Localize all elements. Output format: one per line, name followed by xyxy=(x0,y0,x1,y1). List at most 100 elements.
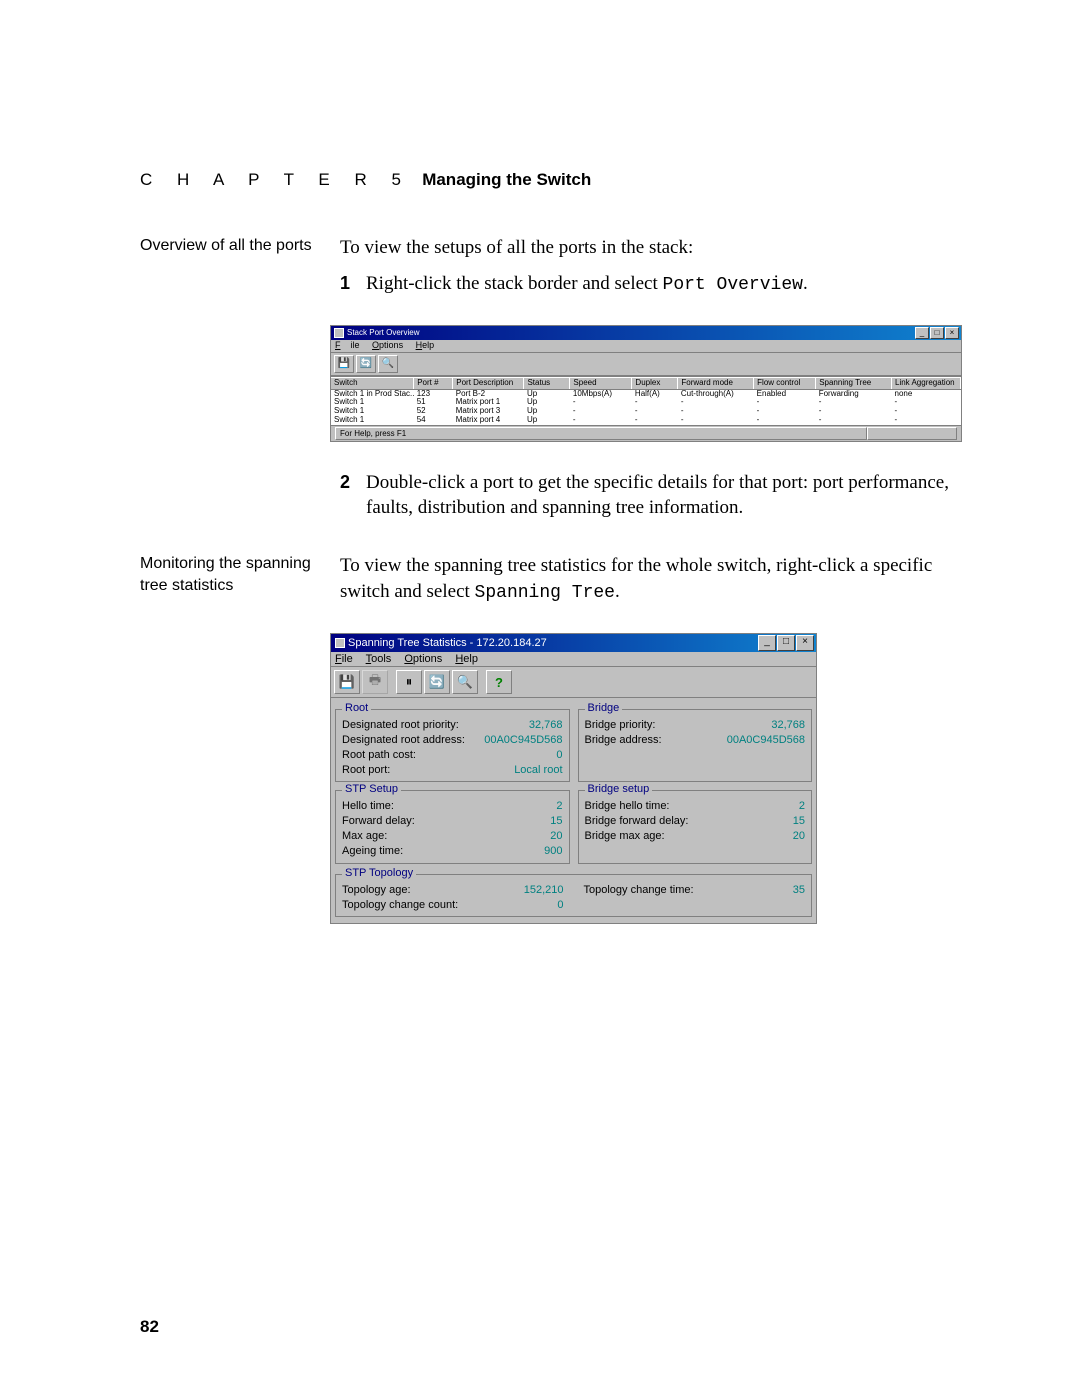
col-switch[interactable]: Switch xyxy=(331,377,414,389)
menu-file[interactable]: File xyxy=(335,340,360,350)
table-cell: - xyxy=(754,407,816,416)
table-cell: - xyxy=(570,407,632,416)
titlebar: Spanning Tree Statistics - 172.20.184.27… xyxy=(331,634,816,652)
step1-text-c: . xyxy=(803,273,808,294)
table-cell: - xyxy=(570,398,632,407)
stat-row: Bridge max age:20 xyxy=(585,829,806,844)
stat-row: Topology change time:35 xyxy=(584,883,806,898)
stat-label: Topology change count: xyxy=(342,898,458,913)
section-spanning: Monitoring the spanning tree statistics … xyxy=(140,553,960,615)
minimize-button[interactable]: _ xyxy=(915,327,929,339)
stat-label: Bridge address: xyxy=(585,733,662,748)
page-number: 82 xyxy=(140,1317,159,1337)
pause-icon[interactable]: ⏸ xyxy=(396,670,422,694)
step-number: 1 xyxy=(340,271,366,297)
col-port[interactable]: Port # xyxy=(414,377,453,389)
close-button[interactable]: × xyxy=(796,635,814,651)
status-pane-2 xyxy=(867,427,957,440)
group-stp-topology: STP Topology Topology age:152,210Topolog… xyxy=(335,874,812,918)
minimize-button[interactable]: _ xyxy=(758,635,776,651)
save-icon[interactable]: 💾 xyxy=(334,355,354,373)
table-row[interactable]: Switch 151Matrix port 1Up------ xyxy=(331,398,961,407)
table-cell: - xyxy=(892,407,961,416)
table-row[interactable]: Switch 152Matrix port 3Up------ xyxy=(331,407,961,416)
legend-bridge-setup: Bridge setup xyxy=(585,783,653,795)
menu-tools[interactable]: Tools xyxy=(366,653,392,665)
stat-row: Bridge priority:32,768 xyxy=(585,718,806,733)
body-overview: To view the setups of all the ports in t… xyxy=(340,235,960,307)
maximize-button[interactable]: □ xyxy=(777,635,795,651)
stat-value: 2 xyxy=(556,799,562,814)
col-stp[interactable]: Spanning Tree xyxy=(816,377,892,389)
statusbar: For Help, press F1 xyxy=(331,425,961,441)
row-stp-setup: STP Setup Hello time:2Forward delay:15Ma… xyxy=(335,782,812,863)
section-overview: Overview of all the ports To view the se… xyxy=(140,235,960,307)
table-row[interactable]: Switch 1 in Prod Stac..123Port B-2Up10Mb… xyxy=(331,389,961,398)
table-cell: 52 xyxy=(414,407,453,416)
table-cell: - xyxy=(632,407,678,416)
menu-options[interactable]: Options xyxy=(404,653,442,665)
stat-value: 32,768 xyxy=(529,718,563,733)
overview-step-2: 2 Double-click a port to get the specifi… xyxy=(340,470,960,521)
body-overview-2: 2 Double-click a port to get the specifi… xyxy=(340,464,960,531)
col-agg[interactable]: Link Aggregation xyxy=(892,377,961,389)
running-header: C H A P T E R 5 Managing the Switch xyxy=(140,170,960,190)
menu-help[interactable]: Help xyxy=(416,340,435,350)
table-cell: - xyxy=(754,398,816,407)
maximize-button[interactable]: □ xyxy=(930,327,944,339)
stat-value: 15 xyxy=(793,814,805,829)
table-row[interactable]: Switch 154Matrix port 4Up------ xyxy=(331,416,961,425)
col-status[interactable]: Status xyxy=(524,377,570,389)
table-cell: none xyxy=(892,389,961,398)
table-cell: - xyxy=(892,416,961,425)
table-cell: Switch 1 in Prod Stac.. xyxy=(331,389,414,398)
overview-intro: To view the setups of all the ports in t… xyxy=(340,235,960,261)
spanning-intro: To view the spanning tree statistics for… xyxy=(340,553,960,605)
table-cell: - xyxy=(816,416,892,425)
legend-bridge: Bridge xyxy=(585,702,623,714)
stat-label: Hello time: xyxy=(342,799,394,814)
stat-value: 00A0C945D568 xyxy=(727,733,805,748)
table-cell: Switch 1 xyxy=(331,407,414,416)
save-icon[interactable]: 💾 xyxy=(334,670,360,694)
refresh-icon[interactable]: 🔄 xyxy=(424,670,450,694)
table-cell: Matrix port 3 xyxy=(453,407,524,416)
refresh-icon[interactable]: 🔄 xyxy=(356,355,376,373)
chapter-title: Managing the Switch xyxy=(422,170,591,189)
stat-label: Ageing time: xyxy=(342,844,403,859)
stat-value: Local root xyxy=(514,763,562,778)
stat-value: 20 xyxy=(550,829,562,844)
search-icon[interactable]: 🔍 xyxy=(452,670,478,694)
print-icon[interactable]: 🖶 xyxy=(362,670,388,694)
table-cell: - xyxy=(754,416,816,425)
port-table-wrap: Switch Port # Port Description Status Sp… xyxy=(331,376,961,425)
menu-help[interactable]: Help xyxy=(455,653,478,665)
help-icon[interactable]: ? xyxy=(486,670,512,694)
col-fwd[interactable]: Forward mode xyxy=(678,377,754,389)
spanning-intro-c: . xyxy=(615,581,620,602)
table-cell: 10Mbps(A) xyxy=(570,389,632,398)
table-cell: Forwarding xyxy=(816,389,892,398)
menu-options[interactable]: Options xyxy=(372,340,403,350)
col-speed[interactable]: Speed xyxy=(570,377,632,389)
close-button[interactable]: × xyxy=(945,327,959,339)
search-icon[interactable]: 🔍 xyxy=(378,355,398,373)
page: C H A P T E R 5 Managing the Switch Over… xyxy=(0,0,1080,1397)
spanning-intro-a: To view the spanning tree statistics for… xyxy=(340,555,932,602)
table-cell: Switch 1 xyxy=(331,416,414,425)
menu-file[interactable]: File xyxy=(335,653,353,665)
group-bridge: Bridge Bridge priority:32,768Bridge addr… xyxy=(578,709,813,782)
step1-text-a: Right-click the stack border and select xyxy=(366,273,663,294)
col-flow[interactable]: Flow control xyxy=(754,377,816,389)
overview-step-1: 1 Right-click the stack border and selec… xyxy=(340,271,960,297)
legend-stp-topology: STP Topology xyxy=(342,867,416,879)
col-duplex[interactable]: Duplex xyxy=(632,377,678,389)
menubar: File Tools Options Help xyxy=(331,652,816,667)
status-text: For Help, press F1 xyxy=(335,427,867,440)
table-cell: Switch 1 xyxy=(331,398,414,407)
stat-label: Designated root address: xyxy=(342,733,465,748)
col-desc[interactable]: Port Description xyxy=(453,377,524,389)
stat-label: Bridge max age: xyxy=(585,829,665,844)
table-cell: Up xyxy=(524,407,570,416)
margin-note-spanning: Monitoring the spanning tree statistics xyxy=(140,553,340,596)
